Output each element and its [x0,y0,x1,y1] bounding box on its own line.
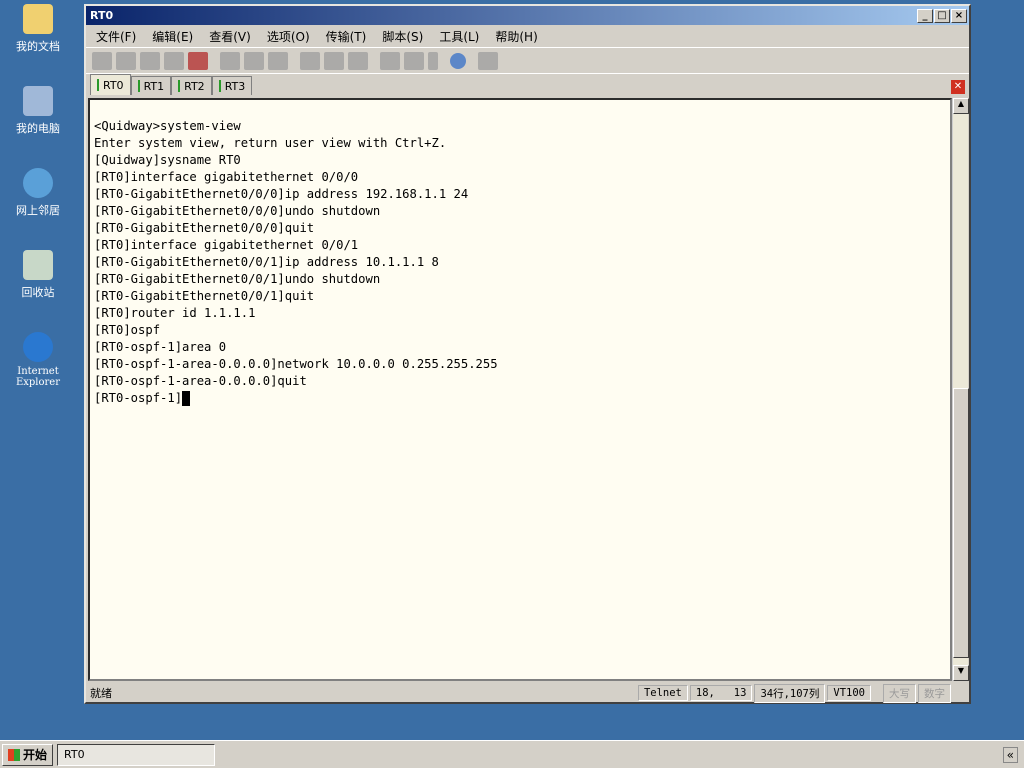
terminal-line: Enter system view, return user view with… [94,136,447,150]
tab-rt2[interactable]: RT2 [171,76,212,95]
menu-help[interactable]: 帮助(H) [495,28,537,45]
terminal-line: [RT0-GigabitEthernet0/0/1]quit [94,289,315,303]
window-title: RT0 [90,9,114,22]
terminal-line: [RT0-ospf-1] [94,390,950,407]
desktop-icon-my-documents[interactable]: 我的文档 [6,4,70,54]
terminal-line: [RT0-GigabitEthernet0/0/1]ip address 10.… [94,255,439,269]
quick-connect-icon[interactable] [116,51,136,70]
tab-rt3[interactable]: RT3 [211,76,253,95]
scroll-up-icon[interactable]: ▲ [953,98,969,114]
terminal-line: [Quidway]sysname RT0 [94,153,241,167]
tab-rt0[interactable]: RT0 [90,74,131,95]
disconnect-icon[interactable] [188,51,208,70]
ie-icon [23,332,53,362]
session-tabs: RT0 RT1 RT2 RT3 [86,73,969,95]
sftp-icon[interactable] [404,51,424,70]
status-ready: 就绪 [90,687,112,700]
terminal-line: <Quidway>system-view [94,119,241,133]
session-options-icon[interactable] [380,51,400,70]
terminal-line: [RT0-GigabitEthernet0/0/0]undo shutdown [94,204,381,218]
close-button[interactable]: × [951,8,967,23]
menu-edit[interactable]: 编辑(E) [152,28,193,45]
text-cursor [182,391,191,406]
vertical-scrollbar[interactable]: ▲ ▼ [952,98,969,681]
menu-script[interactable]: 脚本(S) [382,28,423,45]
title-bar[interactable]: RT0 _ □ × [86,6,969,25]
paste-icon[interactable] [244,51,264,70]
find-icon[interactable] [268,51,288,70]
terminal-line: [RT0-ospf-1-area-0.0.0.0]network 10.0.0.… [94,357,498,371]
taskbar-item-rt0[interactable]: RT0 [57,743,216,766]
folder-icon [23,4,53,34]
connect-tab-icon[interactable] [140,51,160,70]
status-cursor-position: 18, 13 [689,685,753,701]
recycle-bin-icon [23,250,53,280]
terminal-line: [RT0-GigabitEthernet0/0/0]ip address 192… [94,187,469,201]
help-icon[interactable] [450,52,466,69]
keymap-icon[interactable] [478,51,498,70]
network-icon [23,168,53,198]
print-screen-icon[interactable] [300,51,320,70]
key-icon[interactable] [428,51,438,70]
copy-icon[interactable] [220,51,240,70]
desktop-icon-my-computer[interactable]: 我的电脑 [6,86,70,136]
toolbar [86,47,969,73]
terminal-line: [RT0-GigabitEthernet0/0/1]undo shutdown [94,272,381,286]
terminal-line: [RT0]interface gigabitethernet 0/0/0 [94,170,359,184]
menu-file[interactable]: 文件(F) [96,28,136,45]
desktop-icon-recycle-bin[interactable]: 回收站 [6,250,70,300]
menu-view[interactable]: 查看(V) [209,28,251,45]
desktop-icon-network[interactable]: 网上邻居 [6,168,70,218]
taskbar: 开始 RT0 « [0,740,1024,768]
menu-tools[interactable]: 工具(L) [439,28,479,45]
terminal-line: [RT0-GigabitEthernet0/0/0]quit [94,221,315,235]
scroll-thumb[interactable] [953,388,969,658]
taskbar-chevron[interactable]: « [1002,746,1018,763]
status-emulation: VT100 [827,685,871,701]
tab-rt1[interactable]: RT1 [130,76,172,95]
menu-options[interactable]: 选项(O) [267,28,310,45]
terminal-line: [RT0-ospf-1-area-0.0.0.0]quit [94,374,307,388]
computer-icon [23,86,53,116]
terminal-line: [RT0]router id 1.1.1.1 [94,306,256,320]
terminal-output[interactable]: <Quidway>system-view Enter system view, r… [88,98,952,681]
windows-logo-icon [8,748,20,761]
status-terminal-size: 34行,107列 [754,683,826,703]
print-selection-icon[interactable] [324,51,344,70]
desktop-icon-ie[interactable]: Internet Explorer [6,332,70,388]
terminal-line: [RT0]ospf [94,323,161,337]
status-bar: 就绪 Telnet 18, 13 34行,107列 VT100 大写 数字 [88,683,967,703]
terminal-line: [RT0-ospf-1]area 0 [94,340,227,354]
status-protocol: Telnet [637,685,688,701]
start-button[interactable]: 开始 [2,743,54,766]
minimize-button[interactable]: _ [917,8,933,23]
scroll-down-icon[interactable]: ▼ [953,665,969,681]
menu-bar: 文件(F) 编辑(E) 查看(V) 选项(O) 传输(T) 脚本(S) 工具(L) 帮助(H) [86,25,969,47]
maximize-button[interactable]: □ [934,8,950,23]
menu-transfer[interactable]: 传输(T) [326,28,367,45]
print-icon[interactable] [348,51,368,70]
connect-icon[interactable] [92,51,112,70]
reconnect-icon[interactable] [164,51,184,70]
close-tab-icon[interactable]: ✕ [951,80,965,94]
status-caps: 大写 [883,683,916,703]
terminal-line: [RT0]interface gigabitethernet 0/0/1 [94,238,359,252]
terminal-window: RT0 _ □ × 文件(F) 编辑(E) 查看(V) 选项(O) 传输(T) 脚本(S) 工具… [84,4,971,704]
status-num: 数字 [918,683,951,703]
